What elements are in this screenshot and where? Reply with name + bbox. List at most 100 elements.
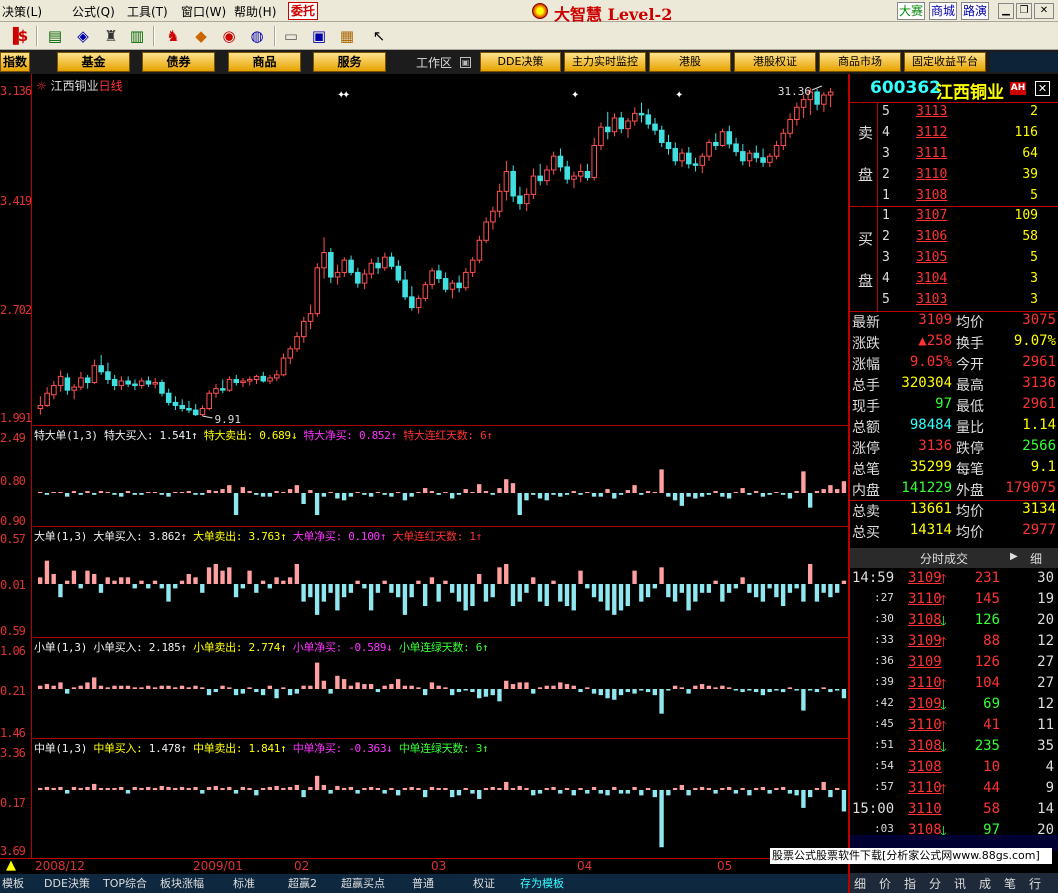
tick-row[interactable]: :51 3108 🡓 235 35: [850, 738, 1058, 759]
tick-row[interactable]: 15:00 3110 58 14: [850, 801, 1058, 822]
buy-price[interactable]: 3105: [916, 250, 947, 265]
indicator-bar: [166, 786, 171, 790]
note-icon[interactable]: ▭: [280, 26, 302, 46]
quote-bottom-tab[interactable]: 价: [879, 875, 891, 892]
tick-row[interactable]: :42 3109 🡓 69 12: [850, 696, 1058, 717]
tab-monitor[interactable]: 主力实时监控: [564, 52, 646, 72]
globe-icon[interactable]: ◍: [246, 26, 268, 46]
tab-dde[interactable]: DDE决策: [480, 52, 561, 72]
tick-row[interactable]: 14:59 3109 🡑 231 30: [850, 570, 1058, 591]
info-icon[interactable]: ♞: [162, 26, 184, 46]
sell-volume: 39: [1022, 167, 1038, 182]
indicator-bar: [85, 682, 90, 689]
quote-bottom-tab[interactable]: 成: [979, 875, 991, 892]
indicator-bar: [206, 689, 212, 696]
roadshow-button[interactable]: 路演: [961, 2, 990, 20]
nav-commodity[interactable]: 商品: [228, 52, 301, 72]
quote-bottom-tab[interactable]: 笔: [1004, 875, 1016, 892]
candle-body: [273, 374, 280, 379]
nav-service[interactable]: 服务: [313, 52, 386, 72]
menu-item-formula[interactable]: 公式(Q): [72, 3, 115, 20]
window-icon[interactable]: ▣: [308, 26, 330, 46]
quote-bottom-tab[interactable]: 细: [854, 875, 866, 892]
menu-item-tools[interactable]: 工具(T): [127, 3, 168, 20]
buy-price[interactable]: 3106: [916, 229, 947, 244]
mall-button[interactable]: 商城: [929, 2, 958, 20]
tab-buy-point[interactable]: 超赢买点: [341, 875, 385, 891]
tick-row[interactable]: :39 3110 🡑 104 27: [850, 675, 1058, 696]
chart-period[interactable]: 日线: [99, 79, 123, 93]
tab-normal[interactable]: 普通: [412, 875, 434, 891]
nav-fund[interactable]: 基金: [57, 52, 130, 72]
indicator-bar: [456, 493, 462, 495]
indicator-bar: [375, 689, 381, 693]
tab-dde-decision[interactable]: DDE決策: [44, 875, 90, 891]
quote-close-icon[interactable]: ✕: [1035, 81, 1050, 96]
ticks-detail-button[interactable]: 细: [1030, 550, 1042, 567]
tab-chaoying2[interactable]: 超赢2: [288, 875, 317, 891]
menu-item-help[interactable]: 帮助(H): [234, 3, 276, 20]
tab-hk-warrant[interactable]: 港股权证: [734, 52, 816, 72]
chart-icon[interactable]: ▤: [44, 26, 66, 46]
tick-row[interactable]: :57 3110 🡑 44 9: [850, 780, 1058, 801]
candle-body: [294, 336, 300, 350]
restore-icon[interactable]: ❐: [1016, 3, 1032, 19]
candle-body: [280, 357, 287, 376]
buy-price[interactable]: 3104: [916, 271, 947, 286]
quote-bottom-tab[interactable]: 讯: [954, 875, 966, 892]
bars-icon[interactable]: ▦: [336, 26, 358, 46]
tab-warrant[interactable]: 权证: [473, 875, 495, 891]
tick-row[interactable]: :30 3108 🡓 126 20: [850, 612, 1058, 633]
ticks-title[interactable]: 分时成交: [920, 550, 968, 567]
indicator-bar: [409, 493, 414, 497]
tick-row[interactable]: :33 3109 🡑 88 12: [850, 633, 1058, 654]
indicator-bar: [71, 786, 77, 790]
dollar-icon[interactable]: $: [12, 26, 34, 46]
indicator-bar: [166, 685, 171, 689]
buy-level-num: 4: [882, 271, 890, 286]
buy-price[interactable]: 3107: [916, 208, 947, 223]
tab-sector[interactable]: 板块涨幅: [160, 875, 204, 891]
pointer-help-icon[interactable]: ↖: [368, 26, 390, 46]
buy-level-num: 1: [882, 208, 890, 223]
tick-row[interactable]: :45 3110 🡑 41 11: [850, 717, 1058, 738]
tab-template[interactable]: 模板: [2, 875, 24, 891]
quote-bottom-tab[interactable]: 行: [1029, 875, 1041, 892]
close-icon[interactable]: ✕: [1034, 3, 1054, 19]
sell-price[interactable]: 3110: [916, 167, 947, 182]
tab-commodity-market[interactable]: 商品市场: [819, 52, 901, 72]
menu-item-window[interactable]: 窗口(W): [181, 3, 226, 20]
news-icon[interactable]: ◉: [218, 26, 240, 46]
tick-row[interactable]: :27 3110 🡑 145 19: [850, 591, 1058, 612]
bar-chart-icon[interactable]: ▥: [126, 26, 148, 46]
sell-volume: 2: [1030, 104, 1038, 119]
ad-banner[interactable]: 股票公式股票软件下载[分析家公式网www.88gs.com]: [770, 848, 1052, 864]
tab-standard[interactable]: 标准: [233, 875, 255, 891]
nav-index[interactable]: 指数: [0, 52, 30, 72]
tick-row[interactable]: :36 3109 126 27: [850, 654, 1058, 675]
ah-badge[interactable]: AH: [1010, 82, 1026, 95]
tab-top[interactable]: TOP综合: [103, 875, 147, 891]
workarea-toggle[interactable]: ▣: [460, 57, 471, 68]
minimize-icon[interactable]: ▁: [998, 3, 1014, 19]
binoculars-icon[interactable]: ♜: [100, 26, 122, 46]
ticks-arrow-icon[interactable]: ▶: [1010, 551, 1020, 564]
buy-price[interactable]: 3103: [916, 292, 947, 307]
tab-fixed-income[interactable]: 固定收益平台: [904, 52, 986, 72]
quote-bottom-tab[interactable]: 分: [929, 875, 941, 892]
sell-price[interactable]: 3112: [916, 125, 947, 140]
contest-button[interactable]: 大赛: [897, 2, 926, 20]
sell-price[interactable]: 3108: [916, 188, 947, 203]
tab-hk[interactable]: 港股: [649, 52, 731, 72]
trade-button[interactable]: 委托: [288, 2, 318, 20]
scroll-left-icon[interactable]: ▲: [6, 858, 16, 873]
sell-price[interactable]: 3113: [916, 104, 947, 119]
nav-bond[interactable]: 债券: [142, 52, 215, 72]
tick-row[interactable]: :54 3108 10 4: [850, 759, 1058, 780]
quote-bottom-tab[interactable]: 指: [904, 875, 916, 892]
finance-icon[interactable]: ◈: [72, 26, 94, 46]
sell-price[interactable]: 3111: [916, 146, 947, 161]
tab-save-template[interactable]: 存为模板: [520, 875, 564, 891]
diamond-icon[interactable]: ◆: [190, 26, 212, 46]
menu-item-decision[interactable]: 决策(L): [2, 3, 42, 20]
